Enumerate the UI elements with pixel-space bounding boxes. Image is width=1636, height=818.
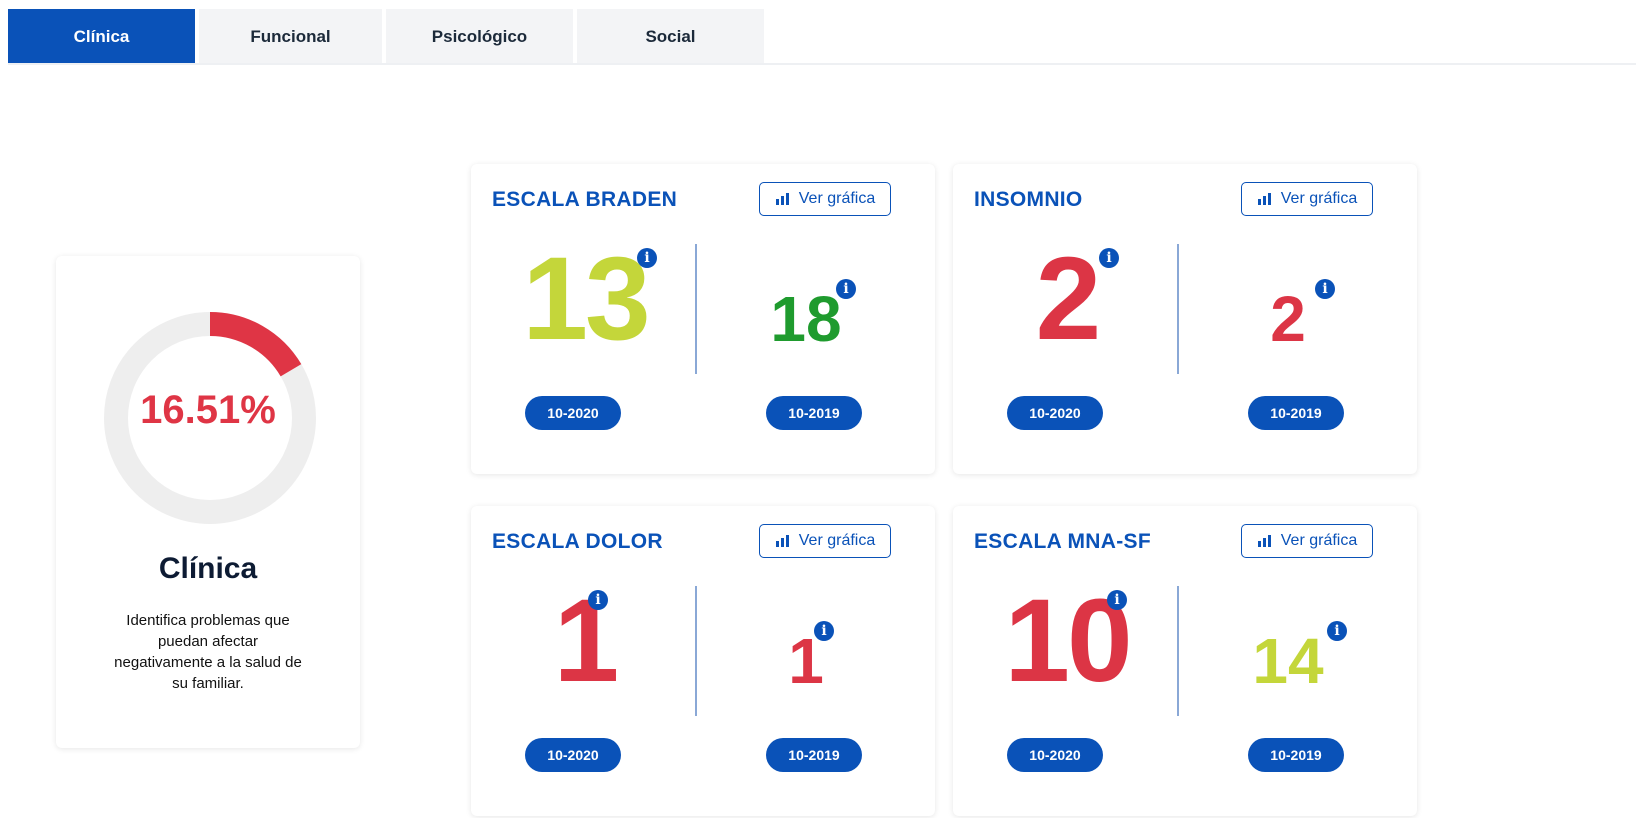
summary-title: Clínica (158, 552, 258, 585)
tab-psicologico[interactable]: Psicológico (386, 9, 573, 64)
card-divider (1177, 586, 1179, 716)
view-chart-button[interactable]: Ver gráfica (1241, 524, 1373, 558)
view-chart-label: Ver gráfica (798, 190, 876, 207)
date-badge-previous: 10-2019 (1248, 738, 1344, 772)
view-chart-label: Ver gráfica (1280, 190, 1358, 207)
tab-funcional[interactable]: Funcional (199, 9, 382, 64)
current-value: 10 (1004, 575, 1132, 707)
info-icon[interactable]: i (1099, 248, 1119, 268)
chart-icon (1257, 193, 1271, 205)
metric-card-dolor: ESCALA DOLOR Ver gráfica 1 i 1 i 10-2020… (471, 506, 935, 816)
date-badge-current: 10-2020 (1007, 396, 1103, 430)
date-badge-current: 10-2020 (525, 396, 621, 430)
previous-value: 18 (770, 283, 842, 355)
chart-icon (775, 535, 789, 547)
card-title: ESCALA BRADEN (492, 188, 678, 211)
tab-divider (8, 63, 1636, 65)
date-badge-current: 10-2020 (525, 738, 621, 772)
view-chart-button[interactable]: Ver gráfica (759, 524, 891, 558)
chart-icon (775, 193, 789, 205)
info-icon[interactable]: i (1107, 590, 1127, 610)
view-chart-button[interactable]: Ver gráfica (759, 182, 891, 216)
view-chart-label: Ver gráfica (798, 532, 876, 549)
date-badge-current: 10-2020 (1007, 738, 1103, 772)
info-icon[interactable]: i (1315, 279, 1335, 299)
summary-description: Identifica problemas que puedan afectar … (114, 612, 302, 692)
summary-card: 16.51% Clínica Identifica problemas que … (56, 256, 360, 748)
metric-card-insomnio: INSOMNIO Ver gráfica 2 i 2 i 10-2020 10-… (953, 164, 1417, 474)
percent-label: 16.51% (140, 388, 276, 432)
tab-social[interactable]: Social (577, 9, 764, 64)
card-divider (695, 244, 697, 374)
card-divider (1177, 244, 1179, 374)
card-title: INSOMNIO (974, 188, 1083, 211)
date-badge-previous: 10-2019 (766, 396, 862, 430)
current-value: 2 (1035, 233, 1102, 365)
tab-bar: Clínica Funcional Psicológico Social (8, 9, 764, 64)
view-chart-button[interactable]: Ver gráfica (1241, 182, 1373, 216)
info-icon[interactable]: i (588, 590, 608, 610)
previous-value: 1 (788, 625, 824, 697)
metric-card-mna-sf: ESCALA MNA-SF Ver gráfica 10 i 14 i 10-2… (953, 506, 1417, 816)
info-icon[interactable]: i (1327, 621, 1347, 641)
info-icon[interactable]: i (836, 279, 856, 299)
card-title: ESCALA MNA-SF (974, 530, 1151, 553)
date-badge-previous: 10-2019 (766, 738, 862, 772)
metric-card-braden: ESCALA BRADEN Ver gráfica 13 i 18 i 10-2… (471, 164, 935, 474)
date-badge-previous: 10-2019 (1248, 396, 1344, 430)
previous-value: 2 (1270, 283, 1306, 355)
card-title: ESCALA DOLOR (492, 530, 663, 553)
view-chart-label: Ver gráfica (1280, 532, 1358, 549)
info-icon[interactable]: i (637, 248, 657, 268)
tab-clinica[interactable]: Clínica (8, 9, 195, 64)
card-divider (695, 586, 697, 716)
current-value: 1 (553, 575, 620, 707)
chart-icon (1257, 535, 1271, 547)
info-icon[interactable]: i (814, 621, 834, 641)
